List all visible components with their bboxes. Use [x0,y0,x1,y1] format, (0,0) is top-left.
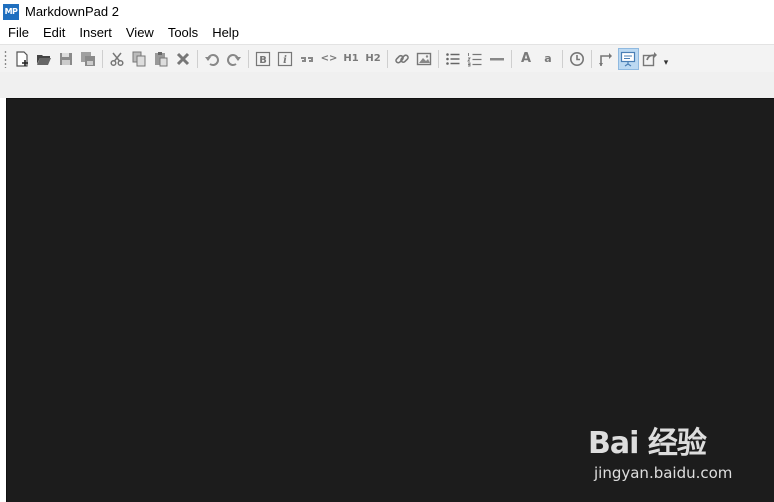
toolbar-separator [511,49,512,68]
title-bar: MP MarkdownPad 2 [0,0,774,23]
code-icon: <> [320,53,338,64]
bullet-list-icon [446,52,460,65]
scissors-icon [110,52,124,66]
bullet-list-button[interactable] [443,48,464,70]
clock-icon [570,51,584,66]
menu-help[interactable]: Help [205,23,246,43]
new-document-button[interactable] [12,48,33,70]
image-button[interactable] [414,48,435,70]
menu-insert[interactable]: Insert [72,23,119,43]
toolbar-separator [438,49,439,68]
tab-strip [0,72,774,98]
quote-button[interactable] [297,48,318,70]
font-smaller-button[interactable]: a [538,48,559,70]
horizontal-rule-button[interactable] [487,48,508,70]
toolbar-separator [248,49,249,68]
watermark-url: jingyan.baidu.com [594,464,733,482]
menu-file[interactable]: File [1,23,36,43]
toolbar: B i <> H1 H2 A a ▾ [0,44,774,72]
svg-text:i: i [283,55,287,66]
menu-view[interactable]: View [119,23,161,43]
heading2-icon: H2 [365,53,381,64]
toolbar-separator [102,49,103,68]
link-icon [395,53,409,64]
toolbar-overflow-chevron[interactable]: ▾ [661,48,671,70]
paste-button[interactable] [151,48,172,70]
font-larger-button[interactable]: A [516,48,537,70]
menu-edit[interactable]: Edit [36,23,72,43]
font-smaller-icon: a [544,52,552,65]
bold-button[interactable]: B [253,48,274,70]
quote-icon [301,56,313,62]
toolbar-separator [387,49,388,68]
presentation-icon [620,51,636,66]
new-document-icon [16,50,28,67]
redo-icon [227,53,241,66]
font-larger-icon: A [520,51,532,66]
horizontal-rule-icon [490,57,504,60]
paste-icon [155,51,168,66]
italic-icon: i [277,51,293,66]
link-button[interactable] [392,48,413,70]
svg-text:B: B [259,55,267,66]
toolbar-grip[interactable] [4,49,7,68]
heading1-button[interactable]: H1 [341,48,362,70]
delete-button[interactable] [173,48,194,70]
app-icon: MP [3,3,19,20]
toolbar-separator [197,49,198,68]
live-preview-button[interactable] [617,47,639,70]
export-icon [642,51,657,66]
numbered-list-icon [467,52,482,66]
timestamp-button[interactable] [567,48,588,70]
save-button[interactable] [56,48,77,70]
copy-icon [132,51,146,66]
watermark-logo: Bai 经验 [588,426,707,461]
menu-bar: File Edit Insert View Tools Help [0,23,774,43]
undo-icon [205,53,219,66]
close-x-icon [176,52,190,65]
code-button[interactable]: <> [319,48,340,70]
save-icon [60,52,72,65]
menu-tools[interactable]: Tools [161,23,205,43]
toolbar-separator [562,49,563,68]
redo-button[interactable] [224,48,245,70]
export-button[interactable] [640,48,661,70]
cut-button[interactable] [107,48,128,70]
baidu-jingyan-watermark: Bai 经验 jingyan.baidu.com [588,418,748,490]
open-button[interactable] [34,48,55,70]
italic-button[interactable]: i [275,48,296,70]
numbered-list-button[interactable] [465,48,486,70]
image-icon [416,52,432,65]
bold-icon: B [255,51,271,66]
heading1-icon: H1 [343,53,359,64]
save-all-button[interactable] [78,48,99,70]
sync-scroll-button[interactable] [596,48,617,70]
save-all-icon [81,51,95,66]
folder-open-icon [37,54,51,65]
heading2-button[interactable]: H2 [363,48,384,70]
split-arrows-icon [599,52,612,66]
copy-button[interactable] [129,48,150,70]
undo-button[interactable] [202,48,223,70]
window-title: MarkdownPad 2 [25,4,119,19]
toolbar-separator [591,49,592,68]
